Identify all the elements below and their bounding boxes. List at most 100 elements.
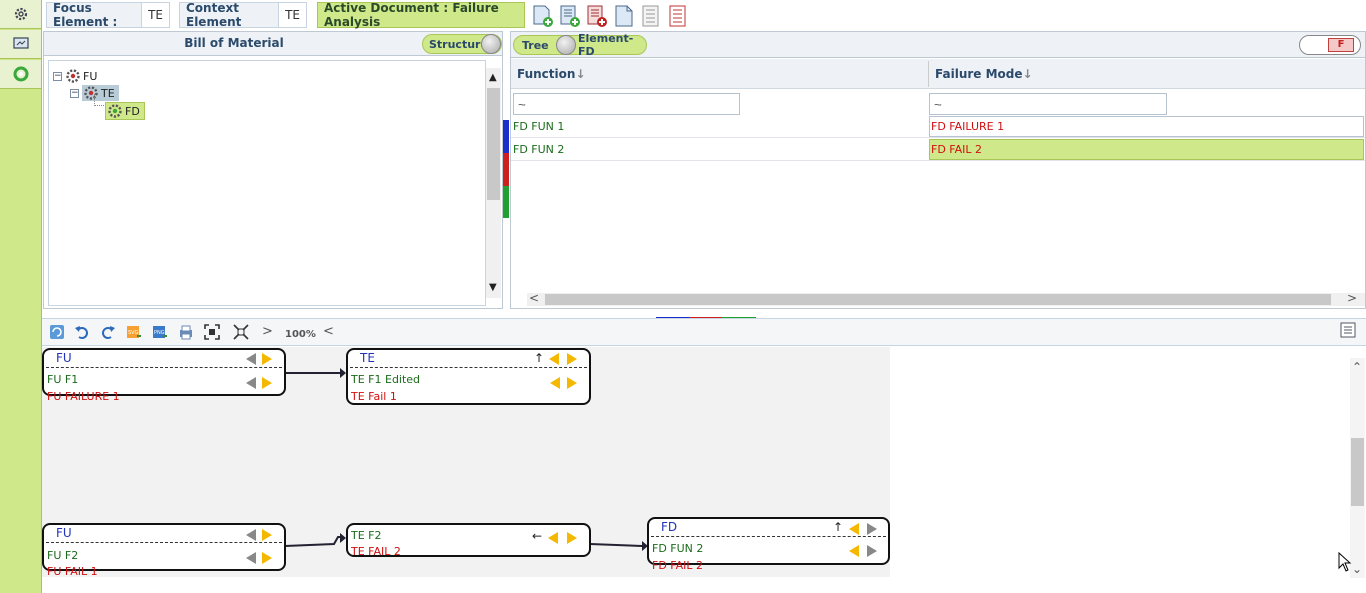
arrow-right-icon[interactable] [262,377,272,389]
sort-down-icon[interactable]: ↓ [575,67,585,81]
presentation-icon [12,37,29,49]
up-arrow-icon[interactable]: ↑ [534,351,544,365]
column-header-failure[interactable]: Failure Mode↓ [935,67,1033,81]
arrow-left-icon[interactable] [549,353,559,365]
node-function: FD FUN 2 [652,542,704,555]
tree-toggle[interactable]: Tree Element-FD [513,32,647,58]
failure-filter-input[interactable] [929,93,1167,115]
column-header-failure-label: Failure Mode [935,67,1023,81]
table-row[interactable]: FD FUN 1 FD FAILURE 1 [511,116,1365,138]
focus-element-label: Focus Element : [53,1,118,29]
new-list-icon[interactable] [558,4,582,28]
bill-of-material-panel: Bill of Material Structure − FU − TE FD [43,31,503,309]
list-view-icon[interactable] [1340,322,1356,338]
scroll-down-icon[interactable]: ▼ [489,282,497,293]
new-document-icon[interactable] [531,4,555,28]
tree-node-fd[interactable]: FD [105,102,145,120]
settings-button[interactable] [0,0,41,29]
function-filter-input[interactable] [513,93,740,115]
scroll-up-icon[interactable]: ▲ [489,72,497,83]
scroll-down-icon[interactable]: ⌄ [1352,562,1362,576]
diagram-canvas[interactable]: FU FU F1 FU FAILURE 1 TE ↑ TE F1 Edited … [42,347,890,578]
scroll-up-icon[interactable]: ⌃ [1352,360,1362,374]
f-toggle[interactable]: F [1299,35,1361,55]
list-icon[interactable] [639,4,663,28]
collapse-icon[interactable]: − [70,88,79,98]
node-fd-fun2[interactable]: FD ↑ FD FUN 2 FD FAIL 2 [647,517,890,572]
fit-icon[interactable] [204,324,220,340]
node-te-f1[interactable]: TE ↑ TE F1 Edited TE Fail 1 [346,348,591,405]
arrow-left-icon[interactable] [548,532,558,544]
node-fu-f2[interactable]: FU FU F2 FU FAIL 1 [42,523,286,578]
focus-element-value[interactable]: TE [141,3,169,27]
tree-node-active: FD [105,102,145,120]
arrow-right-icon[interactable] [867,545,877,557]
column-header-function[interactable]: Function↓ [517,67,586,81]
arrow-right-icon[interactable] [567,377,577,389]
arrow-left-icon[interactable] [849,523,859,535]
table-row[interactable]: FD FUN 2 FD FAIL 2 [511,139,1365,161]
bom-scroll-thumb[interactable] [487,88,500,200]
node-function: TE F2 [351,529,382,542]
checklist-icon[interactable] [666,4,690,28]
redo-icon[interactable] [100,324,116,340]
structure-toggle-knob[interactable] [481,34,501,54]
function-cell[interactable]: FD FUN 2 [513,143,564,156]
sort-down-icon[interactable]: ↓ [1023,67,1033,81]
delete-list-icon[interactable] [585,4,609,28]
failure-analysis-panel: Tree Element-FD F Function↓ Failure Mode… [510,31,1366,309]
recycle-icon [13,66,28,82]
arrow-right-icon[interactable] [262,529,272,541]
node-failure: FU FAIL 1 [47,565,98,578]
tree-toggle-knob[interactable] [556,35,576,55]
fa-horizontal-scrollbar[interactable]: < > [527,291,1365,306]
arrow-left-icon[interactable] [246,353,256,365]
node-function: FU F2 [47,549,79,562]
node-te-f2[interactable]: TE F2 ← TE FAIL 2 [346,523,591,558]
arrow-right-icon[interactable] [262,552,272,564]
collapse-icon[interactable]: − [53,71,62,81]
context-element-value[interactable]: TE [278,3,306,27]
node-failure: FD FAIL 2 [652,559,704,572]
arrow-right-icon[interactable] [567,532,577,544]
refresh-cycle-button[interactable] [0,60,41,89]
diagram-toolbar: SVG PNG > 100% < [42,318,1366,346]
left-arrow-icon[interactable]: ← [532,529,542,543]
up-arrow-icon[interactable]: ↑ [833,520,843,534]
refresh-icon[interactable] [49,324,65,340]
export-svg-icon[interactable]: SVG [126,324,142,340]
undo-icon[interactable] [74,324,90,340]
presentation-button[interactable] [0,30,41,59]
zoom-in-icon[interactable]: > [262,324,273,339]
scroll-right-icon[interactable]: > [1347,291,1357,305]
function-cell[interactable]: FD FUN 1 [513,120,564,133]
fa-scroll-thumb[interactable] [545,294,1331,305]
scroll-left-icon[interactable]: < [529,291,539,305]
node-fu-f1[interactable]: FU FU F1 FU FAILURE 1 [42,348,286,403]
arrow-left-icon[interactable] [849,545,859,557]
structure-toggle[interactable]: Structure [422,34,502,54]
bom-scrollbar[interactable]: ▲ ▼ [486,68,501,298]
zoom-fit-icon[interactable] [233,324,249,340]
diagram-scrollbar[interactable]: ⌃ ⌄ [1350,358,1365,578]
tree-node-label: FU [83,69,98,83]
document-icon[interactable] [612,4,636,28]
failure-cell-selected[interactable]: FD FAIL 2 [931,143,982,156]
arrow-left-icon[interactable] [246,529,256,541]
diagram-scroll-thumb[interactable] [1351,438,1364,506]
arrow-right-icon[interactable] [262,353,272,365]
active-document-box[interactable]: Active Document : Failure Analysis [317,1,525,29]
arrow-right-icon[interactable] [567,353,577,365]
arrow-left-icon[interactable] [550,377,560,389]
node-failure: FU FAILURE 1 [47,390,120,403]
node-failure: TE Fail 1 [351,390,397,403]
tree-node-fu[interactable]: − FU [53,68,97,84]
zoom-out-icon[interactable]: < [323,324,334,339]
export-png-icon[interactable]: PNG [152,324,168,340]
failure-cell[interactable]: FD FAILURE 1 [931,120,1004,133]
arrow-left-icon[interactable] [246,552,256,564]
arrow-left-icon[interactable] [246,377,256,389]
arrow-right-icon[interactable] [867,523,877,535]
print-icon[interactable] [178,324,194,340]
panel-splitter[interactable] [656,311,756,321]
